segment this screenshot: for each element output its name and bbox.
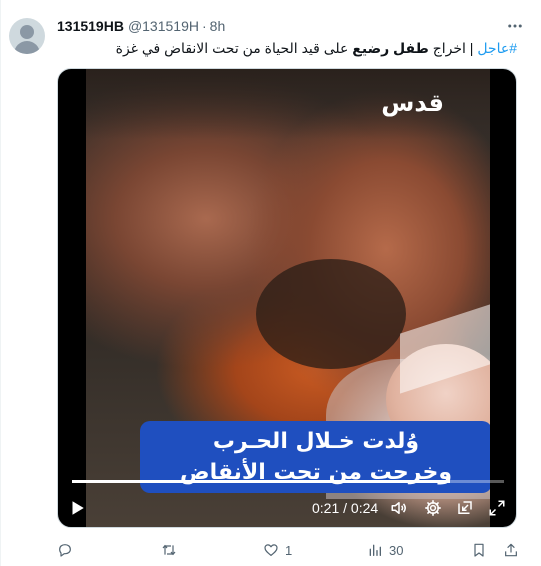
hashtag-link[interactable]: #عاجل xyxy=(477,40,517,56)
video-progress-bar[interactable] xyxy=(72,480,504,483)
video-frame[interactable]: قدس وُلدت خـلال الحـرب وخرجت من تحت الأن… xyxy=(86,69,490,527)
pip-icon xyxy=(458,501,472,514)
video-progress-fill xyxy=(72,480,450,483)
more-icon xyxy=(508,24,522,28)
tweet-text-bold: طفل رضيع xyxy=(352,40,429,56)
views-button[interactable]: 30 xyxy=(367,540,403,560)
video-controls: 0:21 / 0:24 xyxy=(58,493,516,525)
default-avatar-head xyxy=(20,25,34,39)
gear-icon xyxy=(425,500,441,516)
share-button[interactable] xyxy=(503,540,519,560)
avatar[interactable] xyxy=(9,18,45,54)
tweet-header: 131519HB @131519H · 8h xyxy=(57,16,225,36)
timestamp[interactable]: 8h xyxy=(210,18,226,34)
bookmark-icon xyxy=(474,543,484,557)
retweet-icon xyxy=(162,544,176,556)
video-timecode: 0:21 / 0:24 xyxy=(312,500,379,516)
volume-icon xyxy=(391,502,406,514)
play-button[interactable] xyxy=(66,497,88,519)
share-icon xyxy=(505,543,517,557)
tweet-actions: 1 30 xyxy=(57,540,519,560)
channel-logo: قدس xyxy=(381,89,444,117)
heart-icon xyxy=(264,544,278,556)
like-button[interactable]: 1 xyxy=(263,540,292,560)
caption-line-1: وُلدت خـلال الحـرب xyxy=(212,429,420,454)
settings-button[interactable] xyxy=(422,497,444,519)
views-icon xyxy=(369,544,381,556)
volume-button[interactable] xyxy=(388,497,410,519)
video-player[interactable]: قدس وُلدت خـلال الحـرب وخرجت من تحت الأن… xyxy=(57,68,517,528)
video-scene-beard xyxy=(256,259,406,369)
tweet[interactable]: 131519HB @131519H · 8h #عاجل | اخراج طفل… xyxy=(0,0,541,566)
tweet-text-part1: | اخراج xyxy=(428,40,478,56)
views-count: 30 xyxy=(389,542,404,558)
display-name[interactable]: 131519HB xyxy=(57,18,124,34)
default-avatar-body xyxy=(14,41,40,54)
more-options-button[interactable] xyxy=(505,16,525,36)
fullscreen-button[interactable] xyxy=(486,497,508,519)
tweet-text: #عاجل | اخراج طفل رضيع على قيد الحياة من… xyxy=(57,38,517,58)
picture-in-picture-button[interactable] xyxy=(454,497,476,519)
tweet-text-part2: على قيد الحياة من تحت الانقاض في غزة xyxy=(115,40,353,56)
reply-button[interactable] xyxy=(57,540,79,560)
retweet-button[interactable] xyxy=(161,540,183,560)
caption-line-2: وخرجت من تحت الأنقاض xyxy=(179,460,453,485)
bookmark-button[interactable] xyxy=(471,540,487,560)
like-count: 1 xyxy=(285,542,293,558)
play-icon xyxy=(72,501,84,515)
user-handle[interactable]: @131519H xyxy=(128,18,199,34)
separator-dot: · xyxy=(201,18,207,34)
expand-icon xyxy=(489,500,505,516)
reply-icon xyxy=(59,544,71,557)
